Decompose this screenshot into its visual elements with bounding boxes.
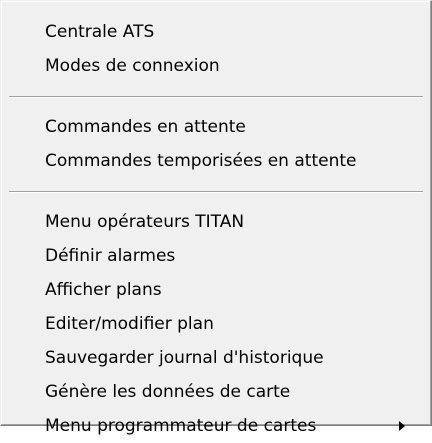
menu-item-label: Commandes en attente [45,117,246,137]
menu-item-afficher-plans[interactable]: Afficher plans [1,273,431,307]
menu-item-definir-alarmes[interactable]: Définir alarmes [1,239,431,273]
menu-item-label: Afficher plans [45,280,162,300]
menu-item-centrale-ats[interactable]: Centrale ATS [1,15,431,49]
menu-item-menu-programmateur-de-cartes[interactable]: Menu programmateur de cartes [1,409,431,443]
menu-item-editer-modifier-plan[interactable]: Editer/modifier plan [1,307,431,341]
menu-item-label: Menu programmateur de cartes [45,416,317,436]
context-menu: Centrale ATS Modes de connexion Commande… [0,0,432,436]
menu-item-label: Centrale ATS [45,22,155,42]
menu-item-genere-donnees-de-carte[interactable]: Génère les données de carte [1,375,431,409]
menu-item-label: Commandes temporisées en attente [45,151,357,171]
menu-item-commandes-temporisees-en-attente[interactable]: Commandes temporisées en attente [1,144,431,178]
menu-item-label: Génère les données de carte [45,382,291,402]
menu-item-menu-operateurs-titan[interactable]: Menu opérateurs TITAN [1,205,431,239]
menu-item-sauvegarder-journal-historique[interactable]: Sauvegarder journal d'historique [1,341,431,375]
menu-item-label: Editer/modifier plan [45,314,214,334]
menu-separator [9,96,423,98]
menu-item-label: Sauvegarder journal d'historique [45,348,324,368]
menu-separator [9,191,423,193]
menu-item-commandes-en-attente[interactable]: Commandes en attente [1,110,431,144]
menu-item-label: Menu opérateurs TITAN [45,212,245,232]
menu-item-modes-de-connexion[interactable]: Modes de connexion [1,49,431,83]
triangle-right-icon [399,409,409,443]
menu-item-label: Modes de connexion [45,56,220,76]
menu-item-label: Définir alarmes [45,246,176,266]
